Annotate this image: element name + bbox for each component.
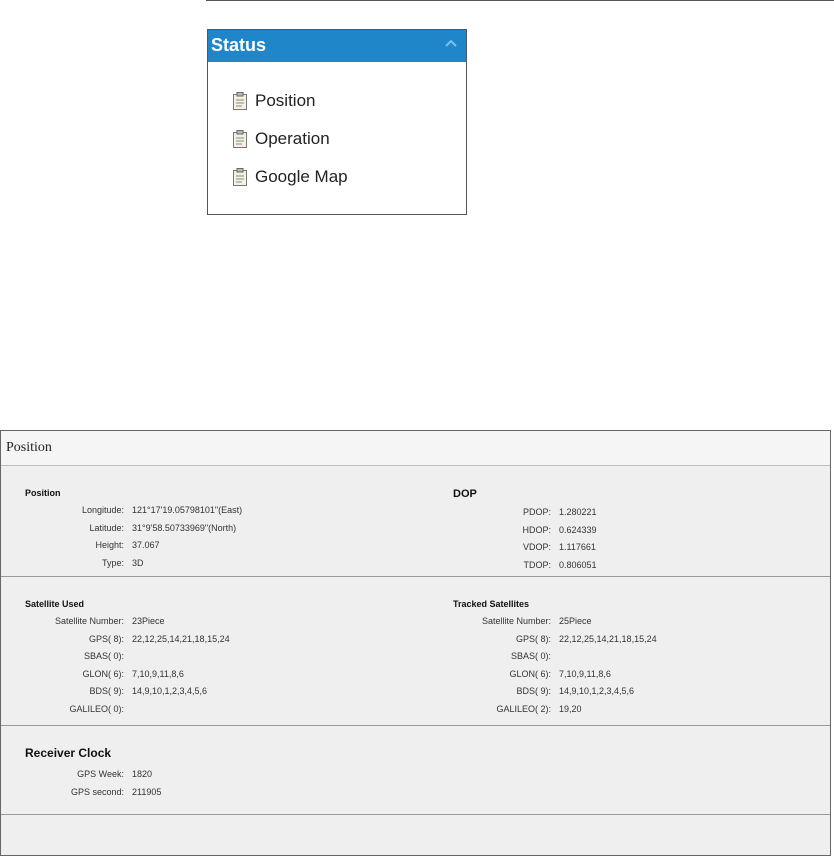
info-row: GLON( 6): 7,10,9,11,8,6 [453,666,657,684]
panel-title: Position [1,431,830,466]
info-row: BDS( 9): 14,9,10,1,2,3,4,5,6 [25,683,230,701]
row-label: GALILEO( 2): [496,703,551,714]
clipboard-icon [233,168,247,186]
row-label: GLON( 6): [509,668,551,679]
row-label: BDS( 9): [516,686,551,696]
status-item-label: Position [255,91,316,110]
tracked-satellites-heading: Tracked Satellites [453,599,530,609]
row-label: Satellite Number: [54,616,124,626]
dop-block: DOP PDOP: 1.280221 HDOP: 0.624339 VDOP: 1.1… [453,466,597,574]
info-row: SBAS( 0): [453,648,657,666]
row-label: TDOP: [523,559,551,570]
row-value: 1.117661 [559,542,596,552]
top-divider [206,0,834,1]
info-row: TDOP: 0.806051 [453,557,597,575]
row-value: 14,9,10,1,2,3,4,5,6 [132,686,208,696]
receiver-clock-block: Receiver Clock GPS Week: 1820 GPS second:… [25,726,161,801]
row-label: GPS( 8): [88,633,124,644]
satellite-used-heading: Satellite Used [25,599,85,609]
position-panel: Position Position Longitude: 121°17'19.05… [0,430,831,856]
info-row: GLON( 6): 7,10,9,11,8,6 [25,666,230,684]
info-row: Type: 3D [25,555,242,573]
row-label: SBAS( 0): [83,651,124,661]
row-label: GALILEO( 0): [69,703,124,714]
row-label: Satellite Number: [481,616,551,626]
clipboard-icon [233,92,247,110]
row-label: Type: [101,557,124,568]
info-row: Satellite Number: 23Piece [25,613,230,631]
row-label: PDOP: [522,507,551,517]
info-row: Longitude: 121°17'19.05798101"(East) [25,502,242,520]
row-label: GPS Week: [77,769,124,779]
receiver-clock-section: Receiver Clock GPS Week: 1820 GPS second:… [1,726,830,815]
row-value: 1820 [132,769,153,779]
status-item-google-map[interactable]: Google Map [232,158,348,196]
row-value: 0.806051 [559,559,597,570]
position-dop-section: Position Longitude: 121°17'19.05798101"(E… [1,466,830,577]
info-row: SBAS( 0): [25,648,230,666]
row-label: GPS second: [70,786,124,797]
dop-heading: DOP [453,488,477,500]
status-item-position[interactable]: Position [232,82,348,120]
row-label: Longitude: [81,505,124,515]
info-row: BDS( 9): 14,9,10,1,2,3,4,5,6 [453,683,657,701]
row-value: 31°9'58.50733969"(North) [132,522,237,533]
satellites-section: Satellite Used Satellite Number: 23Piece … [1,577,830,726]
status-item-label: Google Map [255,167,348,186]
row-value: 7,10,9,11,8,6 [559,668,611,679]
row-value: 22,12,25,14,21,18,15,24 [559,633,657,644]
row-value: 25Piece [559,616,592,626]
info-row: VDOP: 1.117661 [453,539,597,557]
info-row: GPS( 8): 22,12,25,14,21,18,15,24 [25,631,230,649]
row-value: 1.280221 [559,507,597,517]
receiver-clock-heading: Receiver Clock [25,746,112,760]
row-label: Latitude: [89,522,124,533]
row-label: VDOP: [522,542,551,552]
row-value: 22,12,25,14,21,18,15,24 [132,633,230,644]
clipboard-icon [233,130,247,148]
tracked-satellites-block: Tracked Satellites Satellite Number: 25Pi… [453,577,657,718]
info-row: PDOP: 1.280221 [453,504,597,522]
status-item-label: Operation [255,129,330,148]
info-row: GPS( 8): 22,12,25,14,21,18,15,24 [453,631,657,649]
row-value: 19,20 [559,703,582,714]
info-row: GALILEO( 0): [25,701,230,719]
row-label: Height: [95,540,124,550]
info-row: GALILEO( 2): 19,20 [453,701,657,719]
info-row: HDOP: 0.624339 [453,522,597,540]
row-value: 14,9,10,1,2,3,4,5,6 [559,686,635,696]
info-row: Height: 37.067 [25,537,242,555]
status-item-operation[interactable]: Operation [232,120,348,158]
row-label: GLON( 6): [82,668,124,679]
row-value: 0.624339 [559,524,597,535]
position-heading: Position [25,488,61,498]
status-header[interactable]: Status [208,30,466,62]
row-value: 23Piece [132,616,165,626]
row-label: HDOP: [522,524,551,535]
status-menu: Position Operation Google Map [232,82,348,196]
satellite-used-block: Satellite Used Satellite Number: 23Piece … [25,577,230,718]
info-row: Satellite Number: 25Piece [453,613,657,631]
info-row: Latitude: 31°9'58.50733969"(North) [25,520,242,538]
row-label: GPS( 8): [515,633,551,644]
status-title: Status [211,35,267,55]
row-value: 37.067 [132,540,160,550]
chevron-up-icon[interactable] [444,38,458,48]
position-block: Position Longitude: 121°17'19.05798101"(E… [25,466,242,572]
row-value: 121°17'19.05798101"(East) [132,505,243,515]
row-label: SBAS( 0): [510,651,551,661]
row-label: BDS( 9): [89,686,124,696]
info-row: GPS second: 211905 [25,784,161,802]
row-value: 7,10,9,11,8,6 [132,668,184,679]
row-value: 211905 [132,786,162,797]
status-widget: Status Position Operation Google Map [207,29,467,215]
info-row: GPS Week: 1820 [25,766,161,784]
row-value: 3D [132,557,144,568]
